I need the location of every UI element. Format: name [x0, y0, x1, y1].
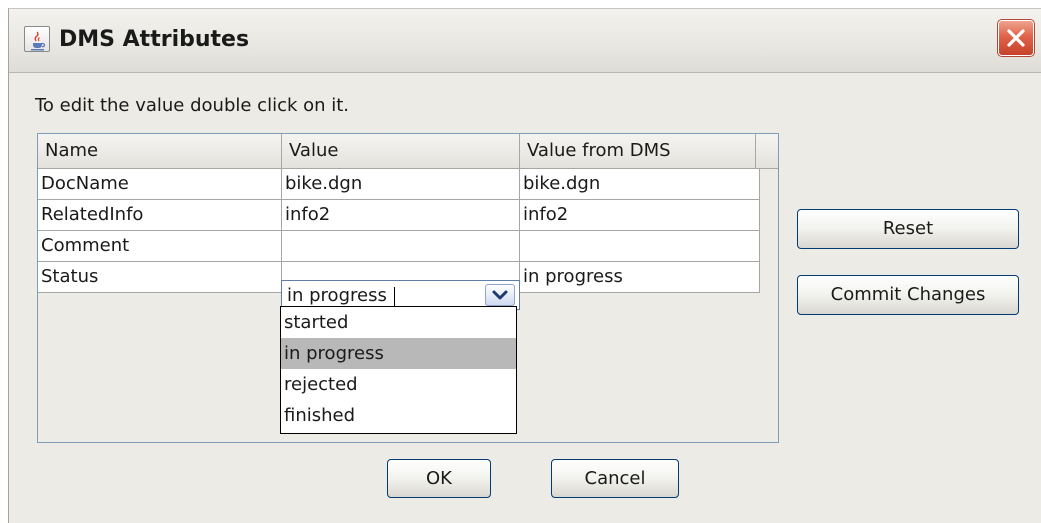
table-cell-value[interactable] [282, 231, 520, 262]
status-dropdown-arrow-button[interactable] [485, 284, 515, 306]
table-cell-value[interactable]: info2 [282, 200, 520, 231]
window-title: DMS Attributes [59, 27, 250, 52]
table-cell-name[interactable]: Comment [38, 231, 282, 262]
java-cup-icon [24, 26, 50, 52]
list-item[interactable]: started [281, 307, 516, 338]
table-cell-dms-value[interactable]: in progress [520, 262, 760, 293]
title-bar[interactable]: DMS Attributes [9, 9, 1041, 73]
cancel-button[interactable]: Cancel [551, 459, 679, 498]
instructions-label: To edit the value double click on it. [35, 95, 350, 116]
close-button[interactable] [997, 19, 1035, 57]
table-cell-name[interactable]: RelatedInfo [38, 200, 282, 231]
dms-attributes-dialog: DMS Attributes To edit the value double … [8, 8, 1041, 523]
commit-changes-button[interactable]: Commit Changes [797, 275, 1019, 315]
list-item-selected[interactable]: in progress [281, 338, 516, 369]
column-header-name[interactable]: Name [38, 134, 282, 169]
column-header-value-from-dms[interactable]: Value from DMS [520, 134, 756, 169]
chevron-down-icon [492, 290, 508, 300]
list-item[interactable]: finished [281, 400, 516, 431]
status-options-list: started in progress rejected finished [280, 306, 517, 434]
table-cell-name[interactable]: Status [38, 262, 282, 293]
table-cell-dms-value[interactable]: bike.dgn [520, 169, 760, 200]
ok-button[interactable]: OK [387, 459, 491, 498]
table-cell-value[interactable]: bike.dgn [282, 169, 520, 200]
list-item[interactable]: rejected [281, 369, 516, 400]
reset-button[interactable]: Reset [797, 209, 1019, 249]
table-cell-dms-value[interactable] [520, 231, 760, 262]
close-icon [1007, 29, 1025, 47]
table-cell-dms-value[interactable]: info2 [520, 200, 760, 231]
text-caret [394, 287, 395, 306]
table-cell-name[interactable]: DocName [38, 169, 282, 200]
column-header-value[interactable]: Value [282, 134, 520, 169]
header-corner [756, 134, 778, 169]
